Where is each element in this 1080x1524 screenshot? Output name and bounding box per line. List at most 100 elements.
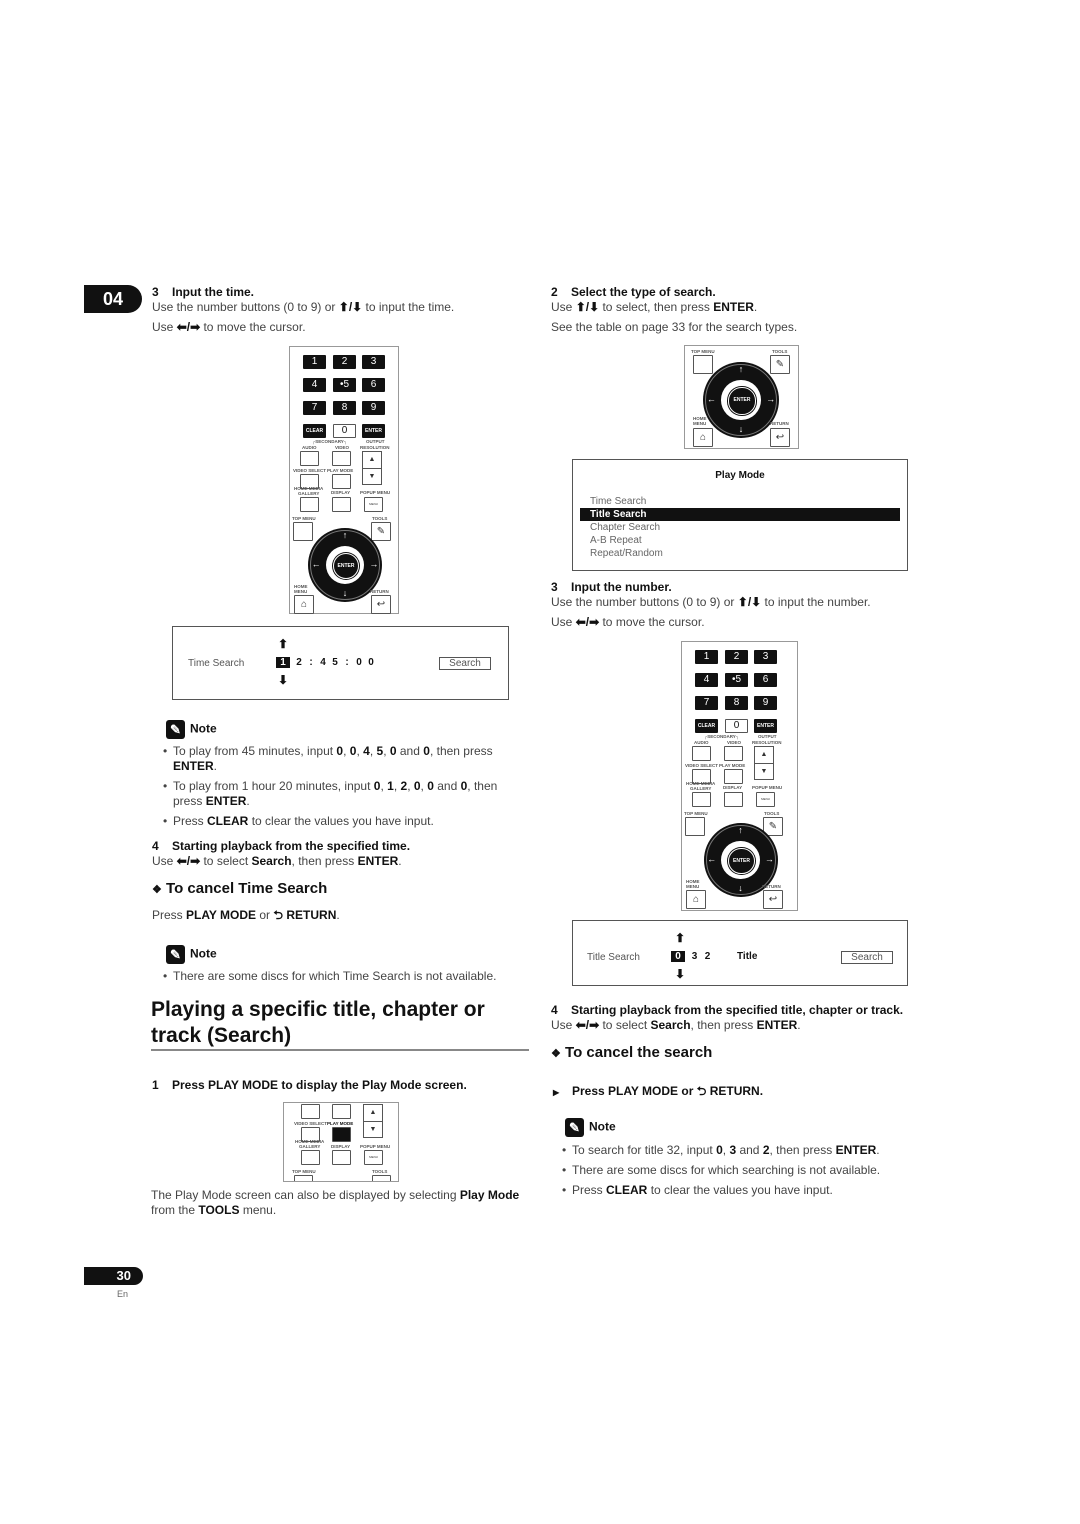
number-key[interactable]: 1 (695, 650, 718, 664)
number-key[interactable]: 1 (303, 355, 326, 369)
enter-key[interactable]: ENTER (754, 719, 777, 733)
number-key[interactable]: 2 (333, 355, 356, 369)
down-icon[interactable]: ▼ (755, 764, 773, 780)
down-icon[interactable]: ▼ (364, 1122, 382, 1138)
number-key[interactable]: 2 (725, 650, 748, 664)
digit[interactable]: 0 (365, 657, 377, 668)
number-key[interactable]: 4 (303, 378, 326, 392)
right-arrow-icon[interactable]: → (369, 560, 379, 569)
number-key[interactable]: 9 (362, 401, 385, 415)
up-icon[interactable]: ▲ (755, 747, 773, 764)
number-key[interactable]: 9 (754, 696, 777, 710)
digit[interactable]: 5 (329, 657, 341, 668)
down-arrow-icon[interactable]: ↓ (736, 883, 746, 893)
up-arrow-icon[interactable]: ↑ (736, 826, 746, 835)
tools-button[interactable]: ✎ (770, 355, 790, 374)
left-arrow-icon[interactable]: ← (707, 855, 717, 864)
left-arrow-icon[interactable]: ← (311, 560, 321, 569)
resolution-up-down-button[interactable]: ▲ ▼ (362, 451, 382, 485)
play-mode-button[interactable] (724, 769, 743, 784)
right-arrow-icon[interactable]: → (764, 855, 774, 864)
digit[interactable]: 1 (276, 657, 290, 668)
play-mode-button-highlighted[interactable] (332, 1127, 351, 1142)
number-key[interactable]: 6 (362, 378, 385, 392)
home-menu-button[interactable]: ⌂ (686, 890, 706, 909)
popup-menu-button[interactable]: MENU (364, 497, 383, 512)
digit[interactable]: 3 (688, 951, 701, 962)
tools-button[interactable] (372, 1175, 391, 1181)
up-icon[interactable]: ▲ (363, 452, 381, 469)
search-button[interactable]: Search (439, 657, 491, 670)
direction-pad[interactable]: ENTER ↑ ↓ ← → (703, 362, 779, 438)
play-mode-item[interactable]: Chapter Search (580, 521, 900, 534)
number-key[interactable]: 4 (695, 673, 718, 687)
play-mode-item[interactable]: Time Search (580, 495, 900, 508)
play-mode-item[interactable]: Title Search (580, 508, 900, 521)
right-arrow-icon[interactable]: → (766, 395, 776, 404)
clear-key[interactable]: CLEAR (303, 424, 326, 438)
down-arrow-icon[interactable]: ↓ (736, 424, 746, 434)
number-key[interactable]: •5 (725, 673, 748, 687)
display-button[interactable] (332, 497, 351, 512)
popup-menu-button[interactable]: MENU (364, 1150, 383, 1165)
up-arrow-icon[interactable]: ↑ (340, 531, 350, 540)
home-media-gallery-button[interactable] (300, 497, 319, 512)
play-mode-item[interactable]: Repeat/Random (580, 547, 900, 560)
home-menu-button[interactable]: ⌂ (693, 428, 713, 447)
number-key[interactable]: 7 (303, 401, 326, 415)
digit[interactable]: 2 (293, 657, 305, 668)
home-media-gallery-button[interactable] (301, 1150, 320, 1165)
zero-key[interactable]: 0 (333, 424, 356, 438)
display-button[interactable] (332, 1150, 351, 1165)
video-button[interactable] (332, 451, 351, 466)
home-menu-button[interactable]: ⌂ (294, 595, 314, 614)
down-icon[interactable]: ▼ (363, 469, 381, 485)
down-arrow-icon[interactable]: ↓ (340, 588, 350, 598)
video-select-label: VIDEO SELECT (685, 763, 719, 768)
video-button[interactable] (724, 746, 743, 761)
audio-button[interactable] (301, 1104, 320, 1119)
digit[interactable]: 0 (671, 951, 685, 962)
tools-button[interactable]: ✎ (371, 522, 391, 541)
popup-menu-button[interactable]: MENU (756, 792, 775, 807)
home-media-gallery-button[interactable] (692, 792, 711, 807)
audio-button[interactable] (692, 746, 711, 761)
number-key[interactable]: 6 (754, 673, 777, 687)
resolution-up-down-button[interactable]: ▲ ▼ (754, 746, 774, 780)
time-digits[interactable]: 12:45:00 (276, 657, 377, 668)
clear-key[interactable]: CLEAR (695, 719, 718, 733)
digit[interactable]: 0 (353, 657, 365, 668)
top-menu-button[interactable] (693, 355, 713, 374)
digit[interactable]: 2 (701, 951, 714, 962)
top-menu-button[interactable] (685, 817, 705, 836)
return-button[interactable]: ↩ (770, 428, 790, 447)
audio-button[interactable] (300, 451, 319, 466)
resolution-up-down-button[interactable]: ▲ ▼ (363, 1104, 383, 1138)
up-arrow-icon[interactable]: ↑ (736, 365, 746, 374)
left-arrow-icon[interactable]: ← (706, 395, 716, 404)
enter-button[interactable]: ENTER (728, 847, 755, 875)
video-button[interactable] (332, 1104, 351, 1119)
number-key[interactable]: 7 (695, 696, 718, 710)
title-digits[interactable]: 032 (671, 951, 714, 962)
number-key[interactable]: 8 (333, 401, 356, 415)
top-menu-button[interactable] (293, 522, 313, 541)
return-button[interactable]: ↩ (371, 595, 391, 614)
number-key[interactable]: 3 (754, 650, 777, 664)
display-button[interactable] (724, 792, 743, 807)
top-menu-button[interactable] (294, 1175, 313, 1181)
enter-button[interactable]: ENTER (728, 387, 756, 415)
play-mode-item[interactable]: A-B Repeat (580, 534, 900, 547)
digit[interactable]: 4 (317, 657, 329, 668)
enter-key[interactable]: ENTER (362, 424, 385, 438)
play-mode-button[interactable] (332, 474, 351, 489)
number-key[interactable]: •5 (333, 378, 356, 392)
up-icon[interactable]: ▲ (364, 1105, 382, 1122)
step-number: 2 (551, 285, 558, 299)
zero-key[interactable]: 0 (725, 719, 748, 733)
search-button[interactable]: Search (841, 951, 893, 964)
number-key[interactable]: 3 (362, 355, 385, 369)
remote-control-illustration: 1 2 3 4 •5 6 7 8 9 CLEAR 0 ENTER ┌SECONDARY┐ AUDIO VID… (681, 641, 798, 911)
return-button[interactable]: ↩ (763, 890, 783, 909)
number-key[interactable]: 8 (725, 696, 748, 710)
